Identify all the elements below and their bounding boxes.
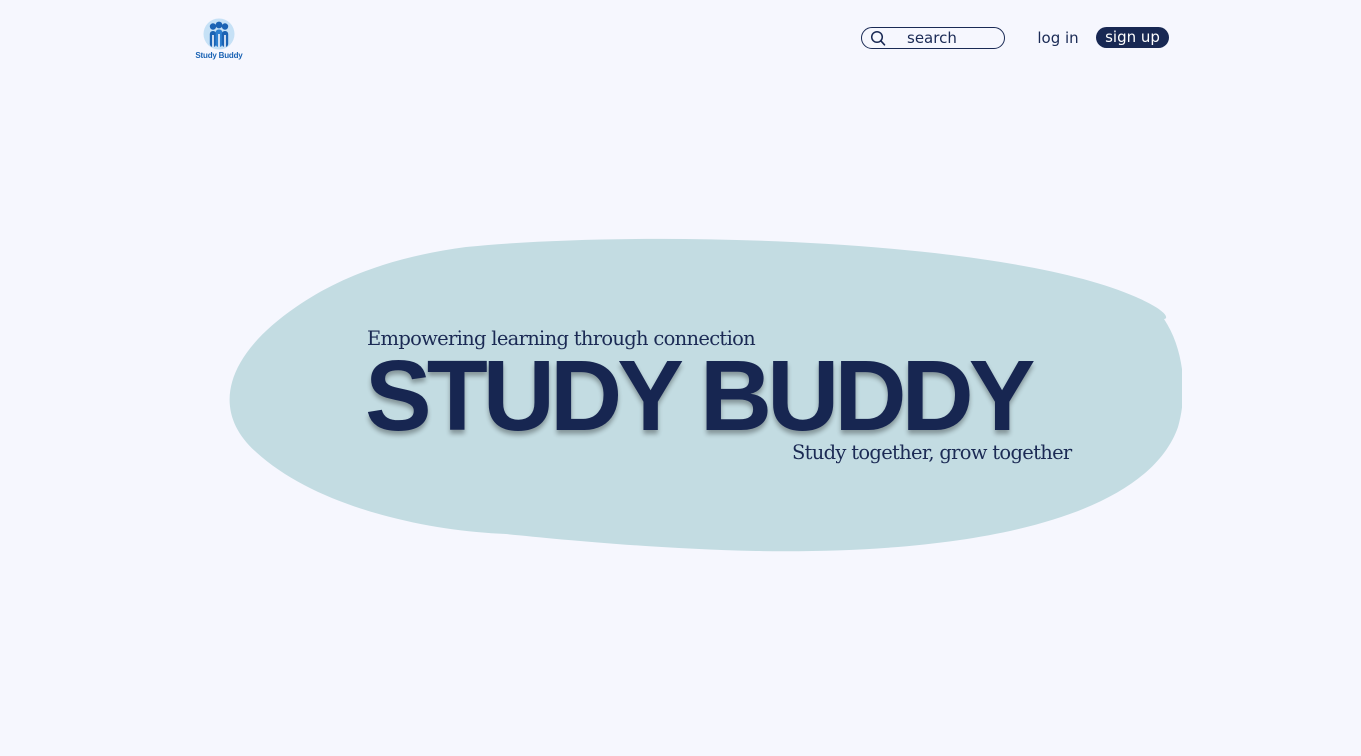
logo[interactable]: Study Buddy xyxy=(192,18,246,64)
login-link[interactable]: log in xyxy=(1030,26,1086,50)
search-input[interactable] xyxy=(896,28,996,48)
search-box[interactable] xyxy=(861,27,1005,49)
hero-subtitle: Study together, grow together xyxy=(792,441,1072,464)
signup-button[interactable]: sign up xyxy=(1096,27,1169,48)
hero-title: STUDY BUDDY xyxy=(365,340,1035,452)
logo-text: Study Buddy xyxy=(195,51,243,60)
search-icon xyxy=(870,30,886,46)
three-people-logo-icon xyxy=(203,18,235,50)
